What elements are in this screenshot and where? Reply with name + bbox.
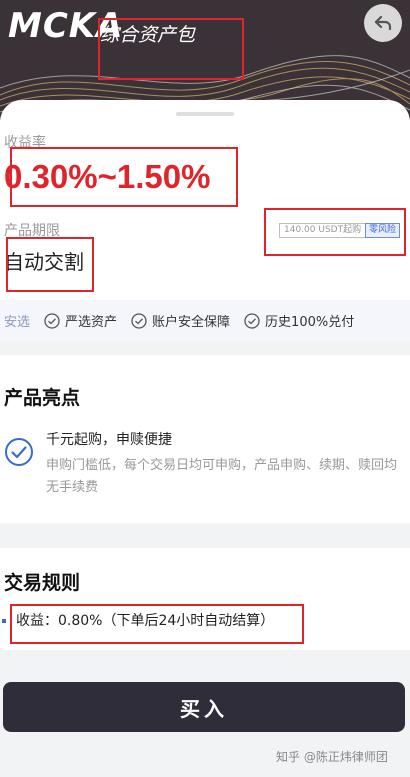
highlights-title: 产品亮点 (4, 387, 81, 409)
assurance-item: 账户安全保障 (131, 311, 230, 330)
back-arrow-icon (374, 15, 392, 31)
assurance-item-label: 严选资产 (65, 315, 118, 330)
assurance-item-label: 账户安全保障 (152, 315, 231, 330)
highlight-item-desc: 申购门槛低，每个交易日均可申购，产品申购、续期、赎回均无手续费 (46, 458, 398, 495)
assurance-strip: 安选 严选资产 账户安全保障 历史100%兑付 (0, 300, 410, 341)
highlights-section: 产品亮点 千元起购，申赎便捷 申购门槛低，每个交易日均可申购，产品申购、续期、赎… (0, 355, 410, 523)
assurance-item: 严选资产 (44, 311, 117, 330)
bullet-icon (2, 619, 6, 623)
check-circle-icon (5, 438, 33, 466)
drag-handle[interactable] (176, 112, 234, 116)
buy-button[interactable]: 买入 (3, 682, 405, 732)
assurance-item-label: 历史100%兑付 (265, 315, 355, 330)
watermark: 知乎 @陈正炜律师团 (276, 750, 388, 764)
product-detail-page: MCKA 综合资产包 收益率 0.30%~1.50% 产品期限 自动交割 140… (0, 0, 410, 777)
check-circle-icon (244, 312, 260, 329)
highlight-box (10, 147, 238, 207)
rules-title: 交易规则 (4, 572, 81, 594)
assurance-lead: 安选 (4, 315, 31, 330)
assurance-item: 历史100%兑付 (244, 311, 354, 330)
highlight-box (6, 237, 94, 292)
highlight-box (264, 208, 406, 256)
highlight-box (10, 604, 304, 644)
back-button[interactable] (364, 4, 402, 42)
check-circle-icon (131, 312, 147, 329)
highlight-item-title: 千元起购，申赎便捷 (46, 432, 172, 448)
check-circle-icon (44, 312, 60, 329)
highlight-box (98, 18, 244, 80)
